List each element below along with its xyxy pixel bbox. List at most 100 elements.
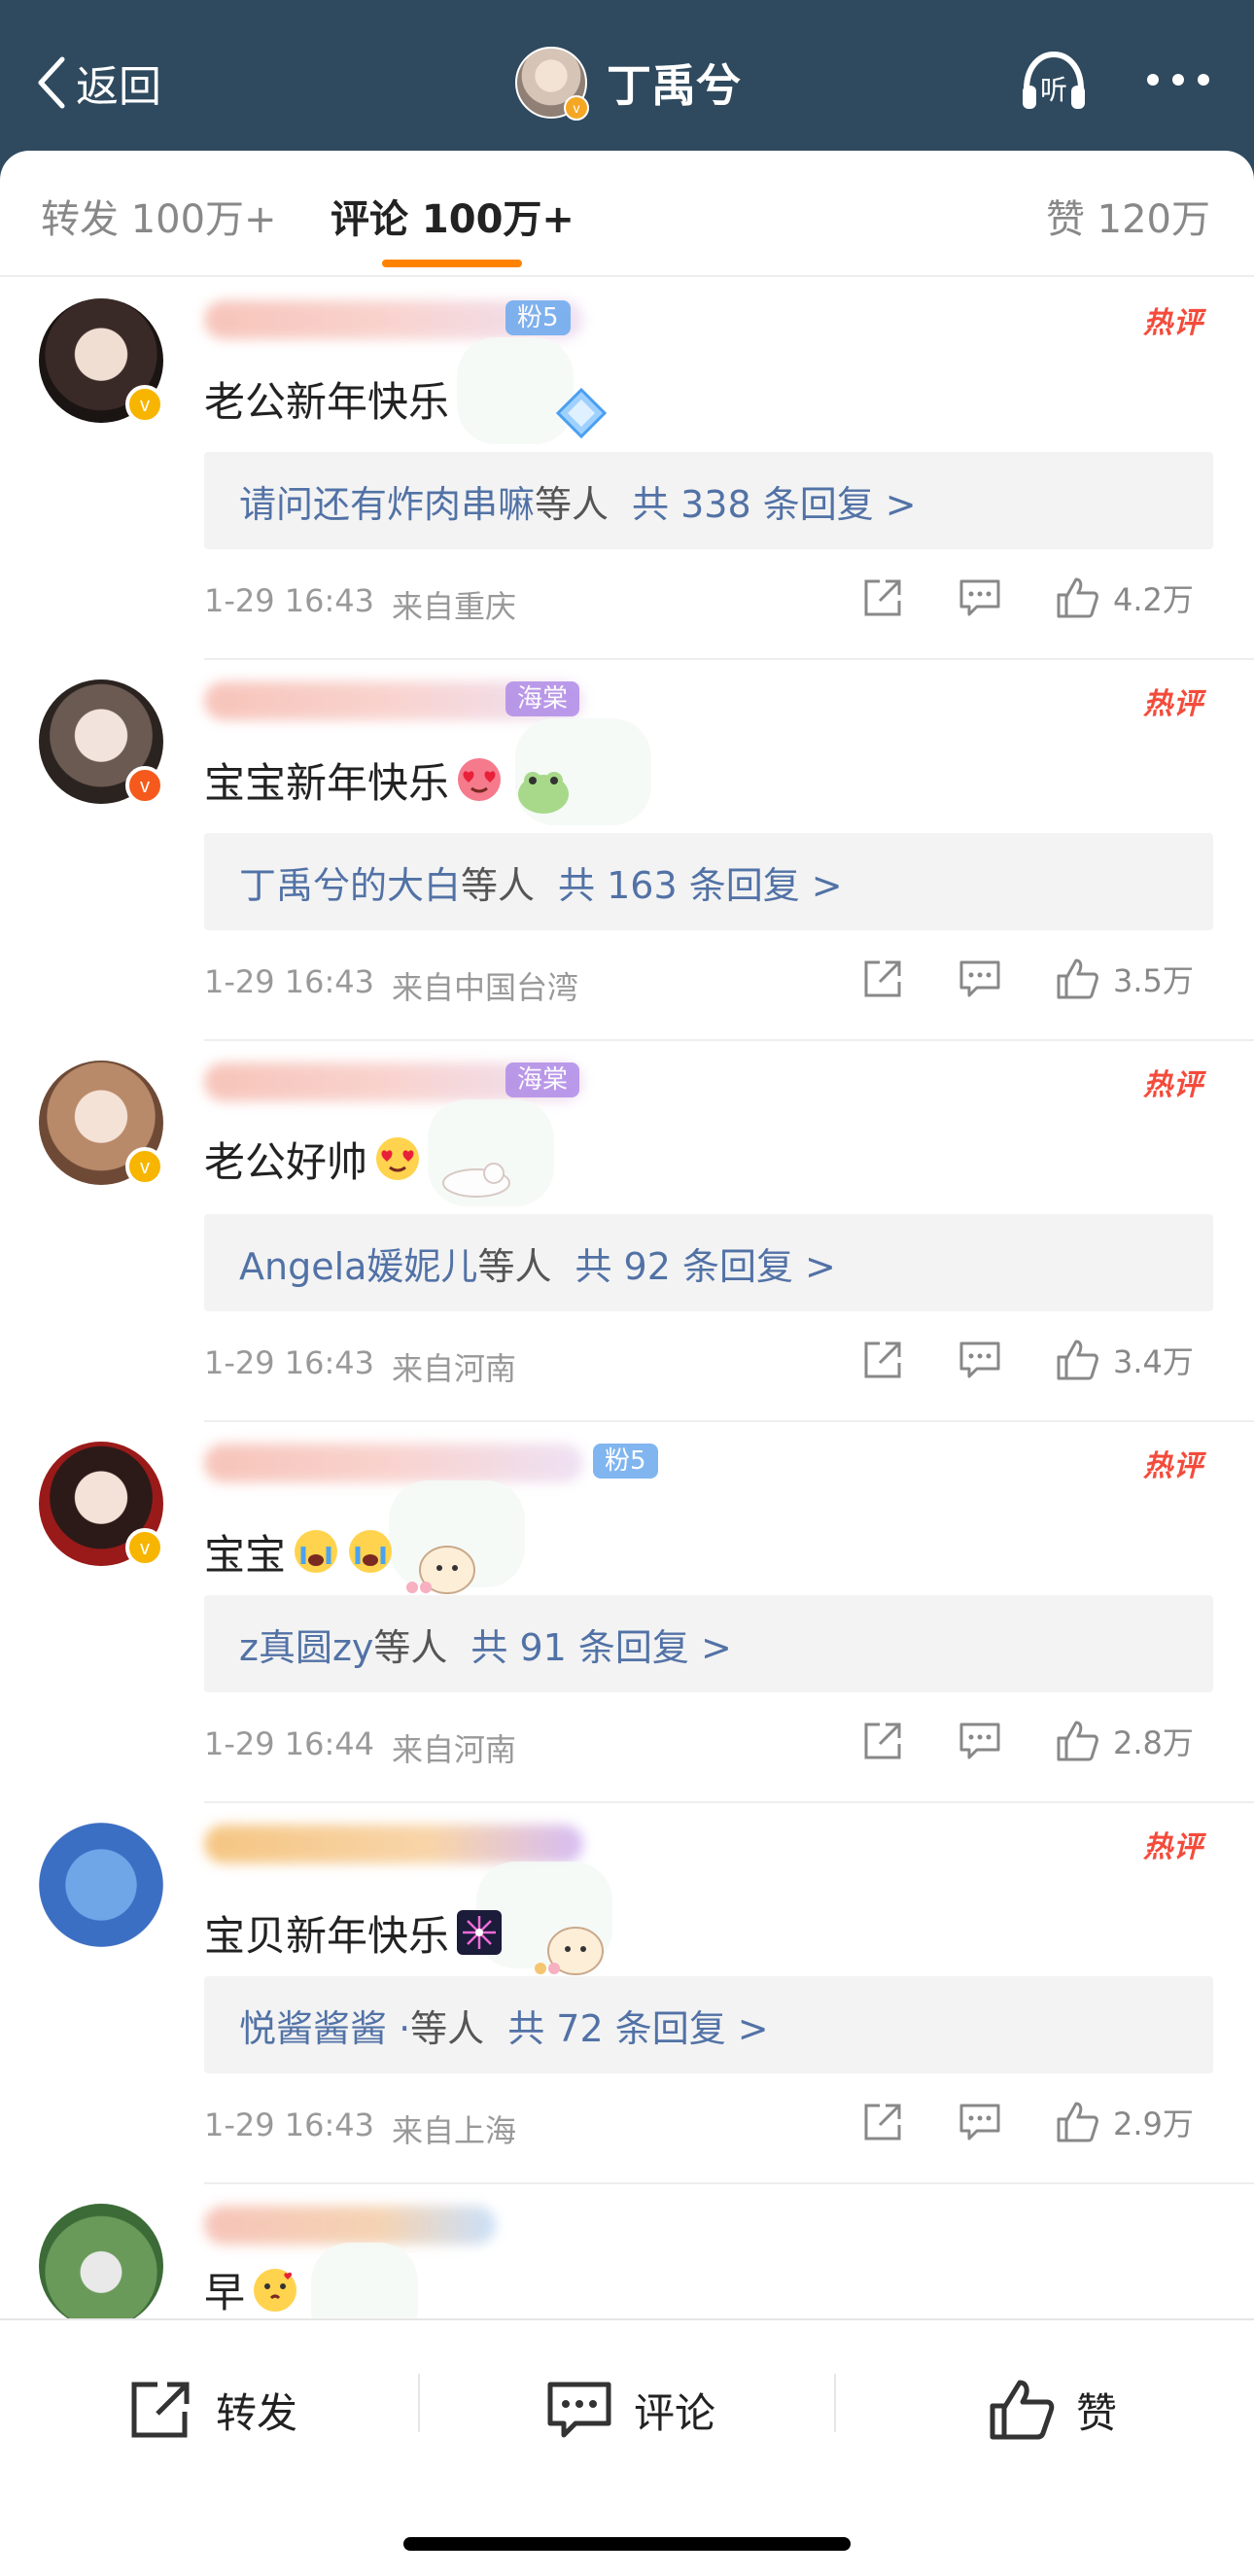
like-button[interactable]: 赞 xyxy=(987,2371,1117,2449)
comment-text-row: 宝宝 xyxy=(204,1498,478,1605)
comment-item[interactable]: 早 xyxy=(0,2184,1254,2350)
avatar[interactable] xyxy=(39,1823,163,1947)
reply-count-link[interactable]: 共 163 条回复 > xyxy=(558,855,843,909)
reply-preview[interactable]: Angela媛妮儿 等人 共 92 条回复 > xyxy=(204,1214,1213,1311)
reply-names[interactable]: 丁禹兮的大白 xyxy=(239,855,461,909)
share-icon xyxy=(864,960,901,997)
comment-text: 宝宝新年快乐 xyxy=(204,758,450,807)
comment-text-row: 老公新年快乐 xyxy=(204,355,610,442)
kissing-emoji-icon xyxy=(254,2268,297,2312)
avatar[interactable]: v xyxy=(39,1442,164,1567)
svg-text:v: v xyxy=(574,100,580,116)
fireworks-emoji-icon xyxy=(457,1910,503,1955)
repost-button[interactable] xyxy=(860,1333,905,1387)
tab-likes[interactable]: 赞 120万 xyxy=(1046,188,1210,244)
hot-comment-tag: 热评 xyxy=(1143,1830,1203,1864)
tab-bar: 转发 100万+ 评论 100万+ 赞 120万 xyxy=(0,151,1254,277)
comment-text-row: 老公好帅 xyxy=(204,1117,515,1201)
reply-preview[interactable]: 悦酱酱酱 · 等人 共 72 条回复 > xyxy=(204,1976,1213,2073)
listen-icon[interactable]: 听 xyxy=(1019,49,1089,113)
svg-text:v: v xyxy=(140,1157,150,1178)
timestamp: 1-29 16:43 xyxy=(204,1344,375,1381)
comment-meta: 1-29 16:43 来自上海 xyxy=(204,2106,516,2151)
share-icon xyxy=(864,1723,901,1759)
repost-button[interactable]: 转发 xyxy=(126,2371,297,2449)
comment-text: 老公好帅 xyxy=(204,1137,368,1186)
reply-names[interactable]: Angela媛妮儿 xyxy=(239,1236,477,1290)
reply-names[interactable]: z真圆zy xyxy=(239,1618,373,1671)
reply-preview[interactable]: 请问还有炸肉串嘛 等人 共 338 条回复 > xyxy=(204,452,1213,549)
timestamp: 1-29 16:43 xyxy=(204,963,375,1000)
location: 来自上海 xyxy=(392,2112,517,2149)
tab-comments[interactable]: 评论 100万+ xyxy=(331,188,575,244)
home-indicator[interactable] xyxy=(403,2537,851,2551)
comment-item[interactable]: v 海棠 热评 宝宝新年快乐 丁禹兮的大白 等人 共 163 条回复 > 1-2… xyxy=(0,660,1254,1041)
tab-repost[interactable]: 转发 100万+ xyxy=(41,188,277,244)
listen-label: 听 xyxy=(1040,74,1067,106)
avatar[interactable]: v xyxy=(39,679,164,805)
timestamp: 1-29 16:44 xyxy=(204,1725,375,1762)
repost-button[interactable] xyxy=(860,1714,905,1768)
svg-text:v: v xyxy=(140,395,150,416)
avatar[interactable] xyxy=(39,2204,163,2328)
reply-count-link[interactable]: 共 338 条回复 > xyxy=(632,474,917,528)
reply-button[interactable] xyxy=(958,1714,1002,1768)
crying-emoji-icon xyxy=(295,1530,338,1573)
thumbs-up-icon xyxy=(1057,1721,1098,1761)
like-button[interactable]: 3.5万 xyxy=(1055,952,1194,1006)
comment-item[interactable]: v 粉5 热评 宝宝 z真圆zy 等人 共 91 条回复 > 1-29 16:4… xyxy=(0,1422,1254,1803)
comment-icon xyxy=(959,1723,1000,1759)
like-button[interactable]: 2.9万 xyxy=(1055,2095,1194,2149)
reply-suffix: 等人 xyxy=(477,1244,552,1288)
reply-names[interactable]: 悦酱酱酱 · xyxy=(239,1999,410,2052)
back-button[interactable]: 返回 xyxy=(33,49,161,117)
comment-text: 宝贝新年快乐 xyxy=(204,1911,450,1960)
reply-count-link[interactable]: 共 72 条回复 > xyxy=(507,1999,768,2052)
hot-comment-tag: 热评 xyxy=(1143,306,1203,340)
title-area[interactable]: v 丁禹兮 xyxy=(515,45,741,121)
repost-button[interactable] xyxy=(860,571,905,625)
comment-item[interactable]: 热评 宝贝新年快乐 悦酱酱酱 · 等人 共 72 条回复 > 1-29 16:4… xyxy=(0,1803,1254,2184)
reply-preview[interactable]: z真圆zy 等人 共 91 条回复 > xyxy=(204,1595,1213,1692)
comment-actions: 4.2万 xyxy=(855,571,1215,629)
thumbs-up-icon xyxy=(1057,2102,1098,2142)
reply-button[interactable] xyxy=(958,1333,1002,1387)
thumbs-up-icon xyxy=(1057,958,1098,999)
avatar[interactable]: v xyxy=(39,1061,164,1186)
repost-button[interactable] xyxy=(860,952,905,1006)
reply-count-link[interactable]: 共 91 条回复 > xyxy=(470,1618,731,1671)
dot-icon xyxy=(1198,74,1209,86)
reply-button[interactable] xyxy=(958,2095,1002,2149)
hot-comment-tag: 热评 xyxy=(1143,687,1203,721)
reply-preview[interactable]: 丁禹兮的大白 等人 共 163 条回复 > xyxy=(204,833,1213,930)
chevron-left-icon xyxy=(38,56,65,109)
comment-item[interactable]: v 粉5 热评 老公新年快乐 请问还有炸肉串嘛 等人 共 338 条回复 > 1… xyxy=(0,279,1254,660)
share-icon xyxy=(864,579,901,616)
reply-count-link[interactable]: 共 92 条回复 > xyxy=(575,1236,835,1290)
like-count: 2.9万 xyxy=(1113,2106,1194,2142)
reply-button[interactable] xyxy=(958,571,1002,625)
comments-panel: 转发 100万+ 评论 100万+ 赞 120万 v 粉5 热评 老公新年快乐 … xyxy=(0,151,1254,2576)
repost-button[interactable] xyxy=(860,2095,905,2149)
page-title: 丁禹兮 xyxy=(607,59,741,112)
comment-item[interactable]: v 海棠 热评 老公好帅 Angela媛妮儿 等人 共 92 条回复 > 1-2… xyxy=(0,1041,1254,1422)
like-button[interactable]: 3.4万 xyxy=(1055,1333,1194,1387)
reply-suffix: 等人 xyxy=(410,2006,485,2050)
fan-badge: 海棠 xyxy=(505,681,580,716)
thumbs-up-icon xyxy=(1057,1340,1098,1380)
location: 来自河南 xyxy=(392,1731,517,1768)
hot-comment-tag: 热评 xyxy=(1143,1068,1203,1102)
like-label: 赞 xyxy=(1076,2388,1118,2437)
avatar[interactable]: v xyxy=(39,298,164,424)
reply-names[interactable]: 请问还有炸肉串嘛 xyxy=(239,474,535,528)
verified-badge-icon: v xyxy=(564,95,589,121)
comment-button[interactable]: 评论 xyxy=(544,2371,715,2449)
share-icon xyxy=(864,1341,901,1378)
top-nav-bar: 返回 v 丁禹兮 听 xyxy=(0,0,1254,160)
location: 来自中国台湾 xyxy=(392,969,579,1006)
reply-button[interactable] xyxy=(958,952,1002,1006)
more-options-button[interactable] xyxy=(1147,70,1215,89)
like-button[interactable]: 2.8万 xyxy=(1055,1714,1194,1768)
active-tab-indicator xyxy=(382,260,522,267)
like-button[interactable]: 4.2万 xyxy=(1055,571,1194,625)
